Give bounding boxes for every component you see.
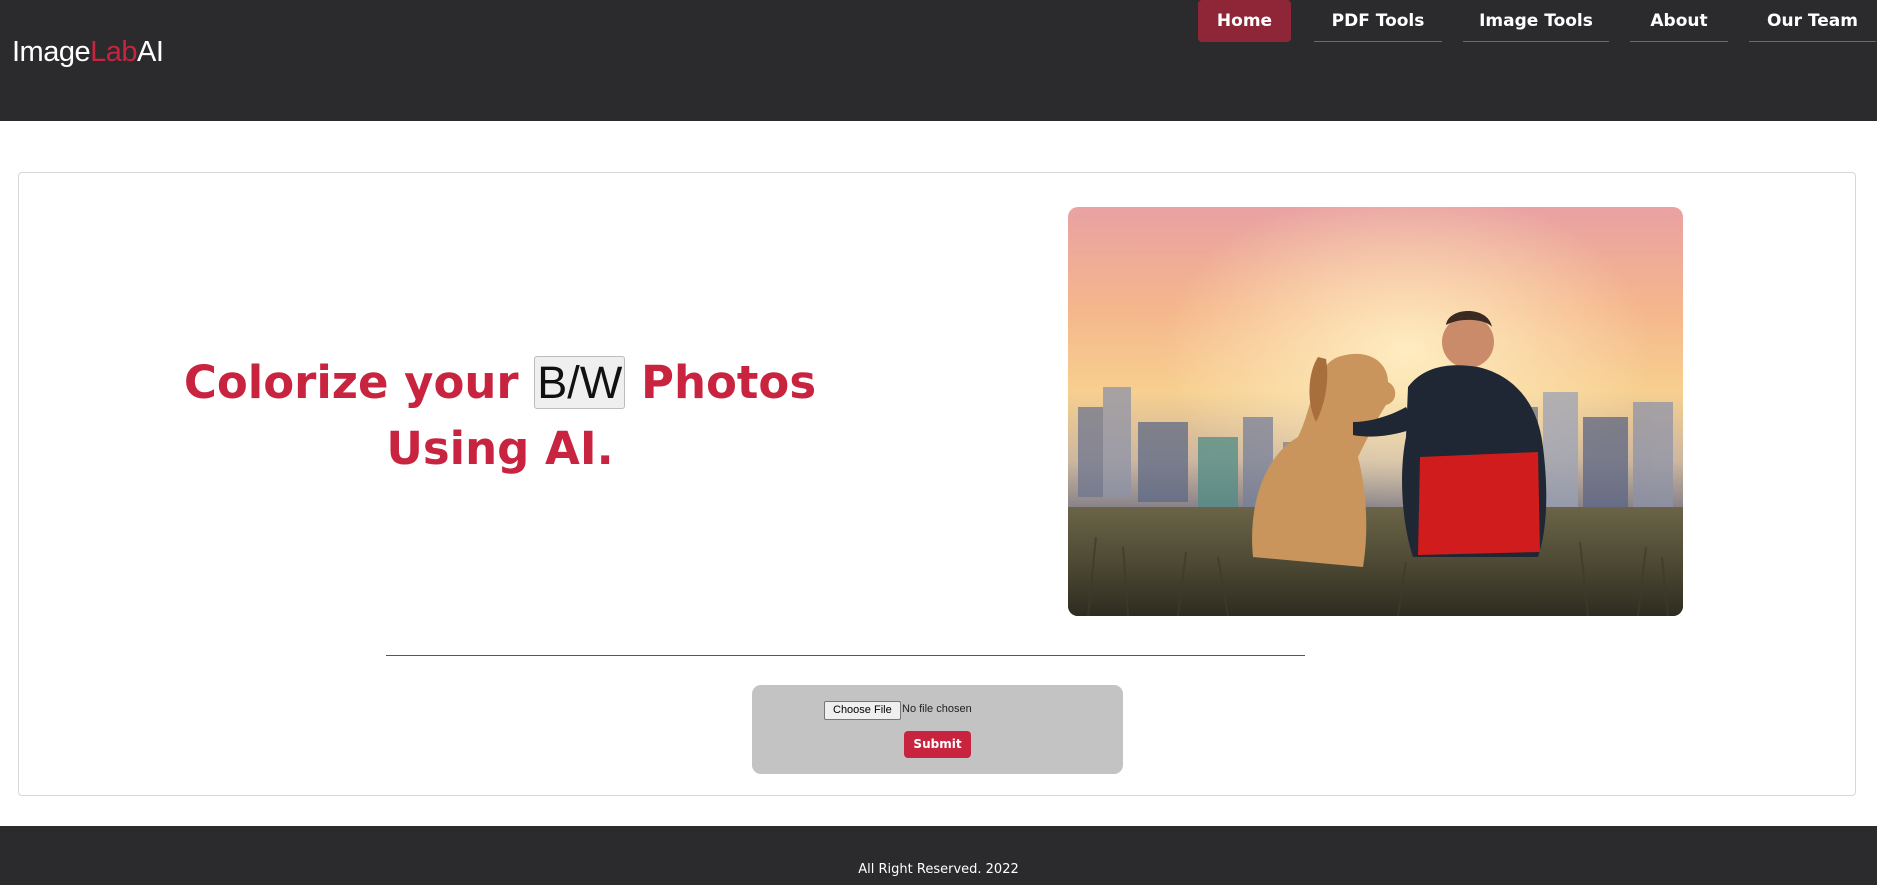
nav-our-team-label: Our Team bbox=[1767, 11, 1858, 31]
man-and-dog-photo bbox=[1068, 207, 1683, 616]
choose-file-button[interactable]: Choose File bbox=[824, 701, 901, 720]
nav-image-tools-label: Image Tools bbox=[1479, 11, 1593, 31]
footer-bar: All Right Reserved. 2022 bbox=[0, 826, 1877, 885]
nav-pdf-tools-label: PDF Tools bbox=[1331, 11, 1425, 31]
file-status-text: No file chosen bbox=[902, 703, 972, 715]
nav-pdf-tools[interactable]: PDF Tools bbox=[1314, 0, 1442, 42]
nav-home[interactable]: Home bbox=[1198, 0, 1291, 42]
nav-about-label: About bbox=[1650, 11, 1708, 31]
brand-part-lab: Lab bbox=[90, 36, 137, 68]
submit-button[interactable]: Submit bbox=[904, 731, 971, 758]
brand-part-image: Image bbox=[12, 36, 91, 68]
hero-headline: Colorize your B/W Photos Using AI. bbox=[130, 350, 870, 482]
headline-before: Colorize your bbox=[183, 356, 519, 409]
header-bar: ImageLabAI Home PDF Tools Image Tools Ab… bbox=[0, 0, 1877, 121]
nav-image-tools[interactable]: Image Tools bbox=[1463, 0, 1609, 42]
headline-bw-highlight: B/W bbox=[534, 356, 626, 409]
nav-our-team[interactable]: Our Team bbox=[1749, 0, 1876, 42]
photo-illustration bbox=[1068, 207, 1683, 616]
footer-copyright: All Right Reserved. 2022 bbox=[858, 862, 1019, 877]
brand-logo[interactable]: ImageLabAI bbox=[12, 36, 164, 69]
upload-form: Choose File No file chosen Submit bbox=[752, 685, 1123, 774]
brand-part-ai: AI bbox=[137, 36, 164, 68]
nav-about[interactable]: About bbox=[1630, 0, 1728, 42]
nav-home-label: Home bbox=[1216, 11, 1273, 31]
section-divider bbox=[386, 655, 1305, 656]
